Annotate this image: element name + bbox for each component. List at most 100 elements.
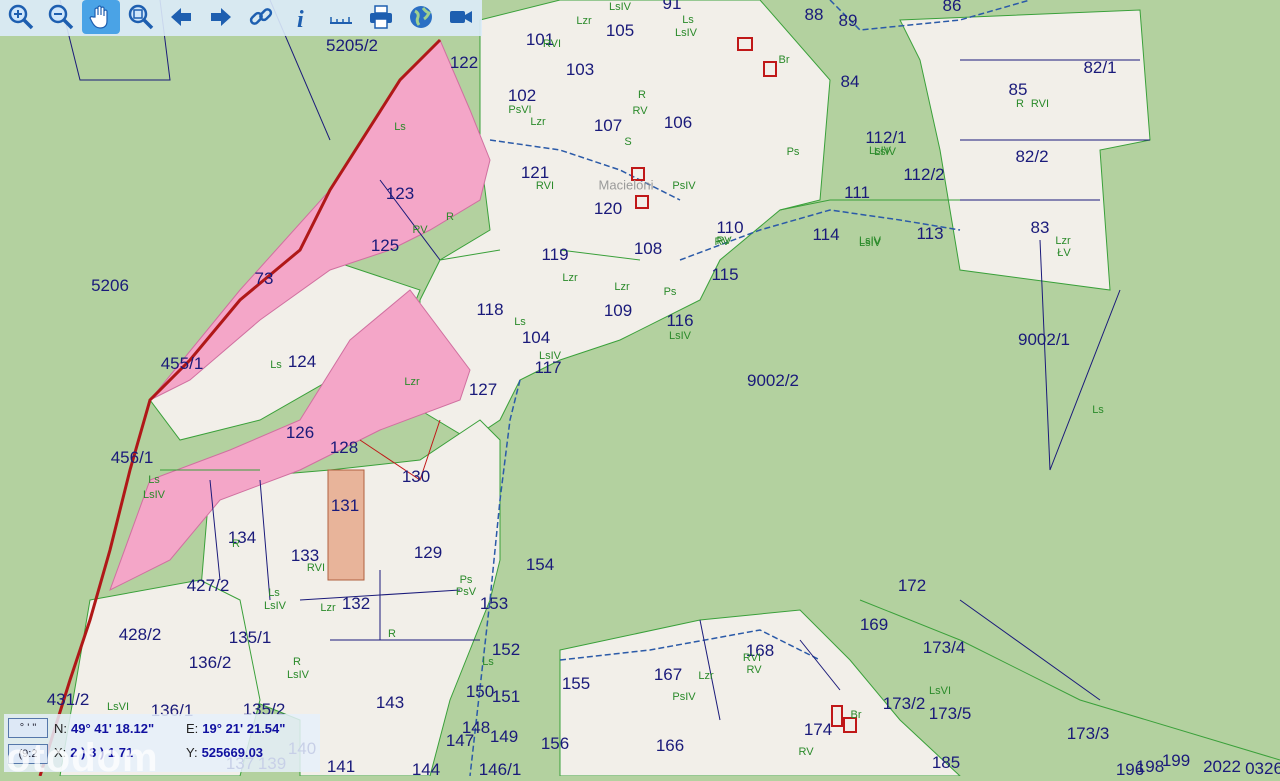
parcel-number-label: 135/1 xyxy=(228,628,272,647)
y-key: Y: xyxy=(186,745,198,760)
land-class-label: Ps xyxy=(786,146,800,158)
parcel-number-label: 125 xyxy=(370,236,400,255)
parcel-number-label: 127 xyxy=(468,380,498,399)
parcel-number-label: 113 xyxy=(916,224,944,243)
parcel-number-label: 173/3 xyxy=(1066,724,1110,743)
land-class-label: RV xyxy=(714,236,730,248)
parcel-number-label: 124 xyxy=(287,352,317,371)
parcel-number-label: 185 xyxy=(931,753,961,772)
land-class-label: Ls xyxy=(148,474,160,486)
parcel-number-label: 85 xyxy=(1008,80,1028,99)
pan-button[interactable] xyxy=(82,0,120,34)
selected-parcel[interactable] xyxy=(327,469,365,581)
land-class-label: Ps xyxy=(459,574,473,586)
parcel-number-label: 82/1 xyxy=(1083,58,1117,77)
land-class-label: LsIV xyxy=(263,600,287,612)
land-class-label: PsIV xyxy=(672,691,696,703)
parcel-number-label: 153 xyxy=(479,594,509,613)
parcel-number-label: 169 xyxy=(859,615,889,634)
parcel-number-label: 150 xyxy=(465,682,495,701)
y-readout: Y: 525669.03 xyxy=(186,745,263,760)
land-class-label: PsV xyxy=(455,586,477,598)
ruler-icon xyxy=(330,17,352,24)
parcel-number-label: 167 xyxy=(653,665,683,684)
parcel-number-label: 106 xyxy=(663,113,693,132)
info-icon: i xyxy=(297,7,304,31)
parcel-number-label: 129 xyxy=(413,543,443,562)
longitude-key: E: xyxy=(186,721,199,736)
video-button[interactable] xyxy=(442,0,480,34)
longitude-readout: E: 19° 21' 21.54" xyxy=(186,721,285,736)
land-class-label: RV xyxy=(798,746,814,758)
land-class-label: Ls xyxy=(394,121,406,133)
land-class-label: S xyxy=(624,136,632,148)
measure-button[interactable] xyxy=(322,0,360,34)
zoom-in-button[interactable] xyxy=(2,0,40,34)
info-button[interactable]: i xyxy=(282,0,320,34)
parcel-number-label: 116 xyxy=(666,311,694,330)
parcel-number-label: 5206 xyxy=(91,276,129,295)
land-class-label: Ls xyxy=(482,656,494,668)
arrow-left-icon xyxy=(171,8,191,26)
parcel-number-label: 156 xyxy=(540,734,570,753)
parcel-number-label: 173/5 xyxy=(928,704,972,723)
link-button[interactable] xyxy=(242,0,280,34)
parcel-number-label: 136/2 xyxy=(188,653,232,672)
parcel-number-label: 118 xyxy=(476,300,504,319)
forward-button[interactable] xyxy=(202,0,240,34)
land-class-label: Lzr xyxy=(576,15,592,27)
parcel-number-label: 115 xyxy=(711,265,739,284)
parcel-number-label: 111 xyxy=(844,183,870,202)
parcel-number-label: 122 xyxy=(449,53,479,72)
parcel-number-label: 144 xyxy=(411,760,441,779)
parcel-number-label: 84 xyxy=(840,72,860,91)
dms-format-button[interactable]: ° ' " xyxy=(8,718,48,738)
zoom-out-button[interactable] xyxy=(42,0,80,34)
land-class-label: R xyxy=(638,89,646,101)
parcel-number-label: 5205/2 xyxy=(326,36,378,55)
parcel-number-label: 132 xyxy=(341,594,371,613)
parcel-number-label: 173/4 xyxy=(922,638,966,657)
land-class-label: RVI xyxy=(742,652,762,664)
parcel-number-label: 73 xyxy=(254,269,274,288)
land-class-label: Lzr xyxy=(404,376,420,388)
longitude-value: 19° 21' 21.54" xyxy=(202,721,286,736)
land-class-label: R xyxy=(232,538,240,550)
parcel-number-label: 102 xyxy=(507,86,537,105)
land-class-label: Lzr xyxy=(614,281,630,293)
zoom-out-icon xyxy=(48,4,74,30)
parcel-number-label: 112/2 xyxy=(903,165,945,184)
land-class-label: PsIV xyxy=(672,180,696,192)
parcel-number-label: 199 xyxy=(1161,751,1191,770)
land-class-label: RVI xyxy=(1030,98,1050,110)
parcel-number-label: 152 xyxy=(491,640,521,659)
parcel-number-label: 91 xyxy=(662,0,682,13)
back-button[interactable] xyxy=(162,0,200,34)
parcel-number-label: 108 xyxy=(633,239,663,258)
parcel-number-label: 0326 xyxy=(1245,759,1280,778)
zoom-in-icon xyxy=(8,4,34,30)
latitude-key: N: xyxy=(54,721,67,736)
land-class-label: Lzr xyxy=(1055,235,1071,247)
parcel-number-label: 120 xyxy=(593,199,623,218)
parcel-number-label: 82/2 xyxy=(1015,147,1049,166)
parcel-number-label: 9002/2 xyxy=(747,371,799,390)
land-class-label: Ls xyxy=(1092,404,1104,416)
land-class-label: RVI xyxy=(542,38,562,50)
land-class-label: LsIV xyxy=(873,146,897,158)
land-class-label: Lzr xyxy=(698,670,714,682)
globe-button[interactable] xyxy=(402,0,440,34)
zoom-box-button[interactable] xyxy=(122,0,160,34)
parcel-number-label: 149 xyxy=(489,727,519,746)
print-button[interactable] xyxy=(362,0,400,34)
land-class-label: R xyxy=(293,656,301,668)
svg-text:i: i xyxy=(297,7,304,31)
parcel-number-label: 196 xyxy=(1115,760,1145,779)
pan-hand-icon xyxy=(89,5,108,29)
parcel-number-label: 155 xyxy=(561,674,591,693)
land-class-label: LsIV xyxy=(142,489,166,501)
parcel-number-label: 103 xyxy=(565,60,595,79)
land-class-label: LsIV xyxy=(538,350,562,362)
land-class-label: ŁV xyxy=(1057,247,1071,259)
parcel-number-label: 174 xyxy=(803,720,833,739)
